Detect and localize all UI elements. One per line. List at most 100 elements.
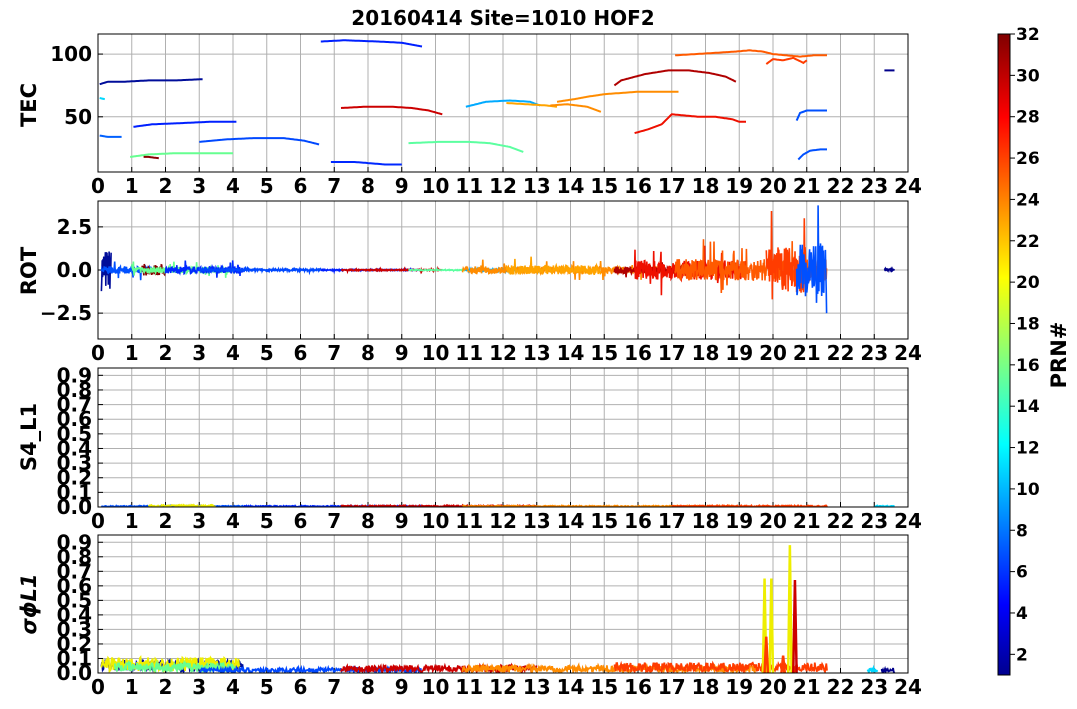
x-tick-label: 8: [361, 509, 375, 533]
x-tick-label: 18: [692, 675, 720, 699]
x-tick-label: 19: [725, 509, 753, 533]
x-tick-label: 7: [327, 174, 341, 198]
x-tick-label: 7: [327, 341, 341, 365]
series-group: [99, 39, 895, 166]
x-tick-label: 18: [692, 509, 720, 533]
tec-series-line: [199, 137, 320, 146]
tec-series-line: [795, 109, 827, 122]
rot-series-line: [883, 266, 895, 274]
colorbar-tick-label: 28: [1016, 108, 1040, 128]
x-tick-label: 24: [894, 341, 922, 365]
colorbar-tick-label: 6: [1016, 563, 1028, 583]
x-tick-label: 24: [894, 675, 922, 699]
x-tick-label: 0: [91, 341, 105, 365]
x-tick-label: 12: [489, 341, 517, 365]
x-tick-label: 15: [590, 675, 618, 699]
tec-series-line: [320, 39, 423, 48]
x-tick-label: 17: [658, 509, 686, 533]
colorbar-tick-label: 18: [1016, 314, 1040, 334]
colorbar-tick-label: 16: [1016, 356, 1040, 376]
x-tick-label: 17: [658, 174, 686, 198]
tec-series-line: [99, 97, 106, 101]
colorbar-tick-label: 24: [1016, 190, 1040, 210]
y-axis-label: ROT: [17, 246, 41, 295]
x-tick-label: 21: [793, 174, 821, 198]
rot-series-line: [505, 256, 602, 276]
x-tick-label: 14: [557, 174, 585, 198]
x-tick-label: 15: [590, 341, 618, 365]
x-tick-label: 16: [624, 174, 652, 198]
x-tick-label: 20: [759, 341, 787, 365]
y-tick-label: 50: [64, 105, 92, 129]
x-tick-label: 0: [91, 509, 105, 533]
x-tick-label: 2: [159, 675, 173, 699]
x-tick-label: 5: [260, 675, 274, 699]
y-tick-label: 2.5: [57, 215, 92, 239]
x-tick-label: 10: [422, 341, 450, 365]
colorbar-tick-label: 10: [1016, 480, 1040, 500]
x-tick-label: 16: [624, 675, 652, 699]
x-tick-label: 12: [489, 675, 517, 699]
x-tick-label: 2: [159, 509, 173, 533]
x-tick-label: 15: [590, 509, 618, 533]
colorbar-tick-label: 26: [1016, 149, 1040, 169]
x-tick-label: 5: [260, 341, 274, 365]
x-tick-label: 3: [192, 509, 206, 533]
x-tick-label: 16: [624, 509, 652, 533]
panels-group: 0 1 2 3 4 5 6 7 8 9 10 11 12 13 14 15 16 17 18 19 20 21 22 23 24…: [17, 33, 922, 699]
x-tick-label: 1: [125, 174, 139, 198]
colorbar-label: PRN#: [1047, 322, 1071, 389]
x-tick-label: 11: [455, 675, 483, 699]
colorbar-tick-label: 20: [1016, 273, 1040, 293]
sigma-series-line: [866, 664, 879, 673]
x-tick-label: 17: [658, 675, 686, 699]
y-axis-label: TEC: [17, 83, 41, 127]
x-tick-label: 0: [91, 174, 105, 198]
x-tick-label: 1: [125, 341, 139, 365]
tec-series-line: [99, 78, 203, 86]
colorbar-tick-label: 12: [1016, 439, 1040, 459]
x-tick-label: 4: [226, 509, 240, 533]
tec-series-line: [99, 134, 122, 138]
x-tick-label: 12: [489, 174, 517, 198]
x-tick-label: 1: [125, 675, 139, 699]
series-group: [100, 205, 895, 314]
x-tick-label: 22: [827, 509, 855, 533]
panel-sigma: 0 1 2 3 4 5 6 7 8 9 10 11 12 13 14 15 16 17 18 19 20 21 22 23 24…: [17, 530, 922, 699]
tec-series-line: [613, 69, 737, 87]
figure-canvas: 20160414 Site=1010 HOF2 0 1 2 3 4 5 6 7 8 9 10 11 12…: [17, 6, 1071, 699]
x-tick-label: 21: [793, 341, 821, 365]
x-tick-label: 23: [860, 174, 888, 198]
y-tick-label: 0.0: [57, 258, 92, 282]
x-tick-label: 7: [327, 509, 341, 533]
x-tick-label: 5: [260, 509, 274, 533]
panel-tec: 0 1 2 3 4 5 6 7 8 9 10 11 12 13 14 15 16 17 18 19 20 21 22 23 24…: [17, 33, 922, 198]
x-tick-label: 21: [793, 675, 821, 699]
tec-series-line: [330, 161, 402, 166]
x-tick-label: 9: [395, 341, 409, 365]
x-tick-label: 20: [759, 509, 787, 533]
tec-series-line: [556, 90, 679, 103]
x-tick-label: 2: [159, 174, 173, 198]
x-tick-label: 18: [692, 341, 720, 365]
x-tick-label: 13: [523, 509, 551, 533]
x-tick-label: 9: [395, 509, 409, 533]
panel-s4: 0 1 2 3 4 5 6 7 8 9 10 11 12 13 14 15 16 17 18 19 20 21 22 23 24…: [17, 363, 922, 533]
x-tick-label: 19: [725, 174, 753, 198]
panel-rot: 0 1 2 3 4 5 6 7 8 9 10 11 12 13 14 15 16 17 18 19 20 21 22 23 24…: [17, 200, 922, 365]
x-tick-label: 10: [422, 174, 450, 198]
colorbar: 2468101214161820222426283032PRN#: [997, 25, 1071, 676]
x-tick-label: 11: [455, 174, 483, 198]
x-tick-label: 1: [125, 509, 139, 533]
sigma-series-line: [880, 665, 896, 673]
tec-series-line: [143, 155, 159, 160]
x-tick-label: 16: [624, 341, 652, 365]
x-tick-label: 6: [294, 675, 308, 699]
x-tick-label: 21: [793, 509, 821, 533]
x-tick-label: 20: [759, 174, 787, 198]
x-tick-label: 20: [759, 675, 787, 699]
x-tick-label: 8: [361, 341, 375, 365]
y-axis-label: S4_L1: [17, 403, 41, 471]
x-tick-label: 14: [557, 341, 585, 365]
x-tick-label: 22: [827, 174, 855, 198]
